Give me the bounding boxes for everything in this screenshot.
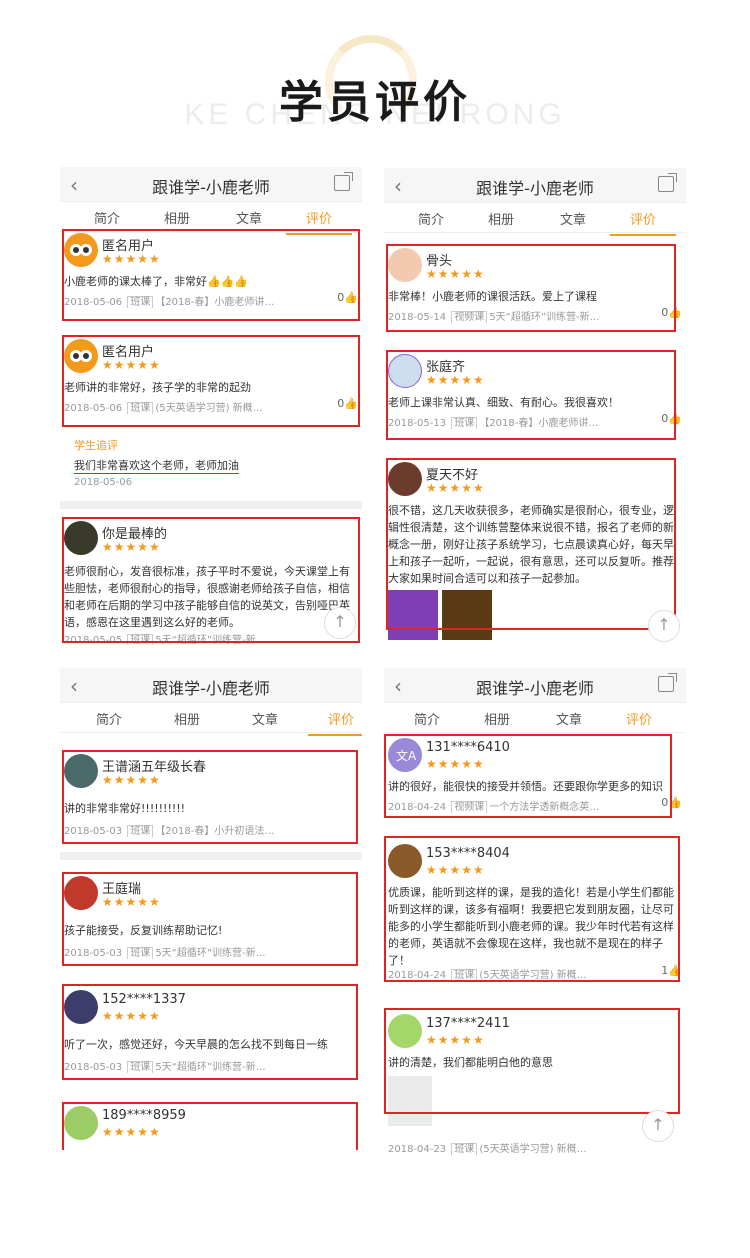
tab-album[interactable]: 相册 bbox=[484, 709, 510, 728]
nav-title: 跟谁学-小鹿老师 bbox=[476, 679, 594, 698]
tab-reviews[interactable]: 评价 bbox=[609, 209, 677, 236]
nav-bar: ‹ 跟谁学-小鹿老师 bbox=[384, 668, 686, 703]
highlight-box bbox=[386, 350, 676, 440]
nav-bar: ‹ 跟谁学-小鹿老师 bbox=[384, 168, 686, 203]
highlight-box bbox=[62, 1102, 358, 1150]
followup-date: 2018-05-06 bbox=[74, 477, 133, 488]
tab-intro[interactable]: 简介 bbox=[414, 709, 440, 728]
tab-articles[interactable]: 文章 bbox=[560, 209, 586, 228]
nav-title: 跟谁学-小鹿老师 bbox=[152, 178, 270, 197]
course-name[interactable]: (5天英语学习营) 新概… bbox=[479, 1144, 586, 1155]
share-icon[interactable] bbox=[334, 172, 353, 191]
page-header: KE CHENG NEI RONG 学员评价 bbox=[0, 0, 750, 150]
nav-bar: ‹ 跟谁学-小鹿老师 bbox=[60, 668, 362, 703]
nav-title: 跟谁学-小鹿老师 bbox=[152, 679, 270, 698]
highlight-box bbox=[62, 335, 360, 427]
scroll-to-top-button[interactable]: ↑ bbox=[324, 607, 356, 639]
nav-bar: ‹ 跟谁学-小鹿老师 bbox=[60, 167, 362, 202]
highlight-box bbox=[384, 836, 680, 982]
tab-intro[interactable]: 简介 bbox=[96, 709, 122, 728]
highlight-box bbox=[62, 517, 360, 643]
scroll-to-top-button[interactable]: ↑ bbox=[642, 1110, 674, 1142]
tab-articles[interactable]: 文章 bbox=[252, 709, 278, 728]
tab-bar: 简介 相册 文章 评价 bbox=[384, 202, 686, 236]
review-date: 2018-04-23 bbox=[388, 1144, 447, 1155]
tab-album[interactable]: 相册 bbox=[164, 208, 190, 227]
section-divider bbox=[60, 501, 362, 509]
screenshot-panel-bottom-right: ‹ 跟谁学-小鹿老师 简介 相册 文章 评价 文A 131****6410 ★★… bbox=[384, 668, 686, 1158]
highlight-box bbox=[62, 229, 360, 321]
highlight-box bbox=[386, 244, 676, 332]
nav-title: 跟谁学-小鹿老师 bbox=[476, 179, 594, 198]
tab-album[interactable]: 相册 bbox=[174, 709, 200, 728]
screenshot-panel-bottom-left: ‹ 跟谁学-小鹿老师 简介 相册 文章 评价 王谱涵五年级长春 ★★★★★ 讲的… bbox=[60, 668, 362, 1150]
share-icon[interactable] bbox=[658, 173, 677, 192]
tab-articles[interactable]: 文章 bbox=[236, 208, 262, 227]
tab-reviews[interactable]: 评价 bbox=[307, 709, 362, 736]
highlight-box bbox=[384, 734, 672, 818]
highlight-box bbox=[386, 458, 676, 630]
highlight-box bbox=[62, 984, 358, 1080]
screenshot-panel-top-right: ‹ 跟谁学-小鹿老师 简介 相册 文章 评价 骨头 ★★★★★ 非常棒！小鹿老师… bbox=[384, 168, 686, 646]
tab-album[interactable]: 相册 bbox=[488, 209, 514, 228]
share-icon[interactable] bbox=[658, 673, 677, 692]
tab-bar: 简介 相册 文章 评价 bbox=[60, 702, 362, 736]
review-meta: 2018-04-23 班课 (5天英语学习营) 新概… bbox=[388, 1140, 666, 1155]
tab-bar: 简介 相册 文章 评价 bbox=[60, 201, 362, 235]
scroll-to-top-button[interactable]: ↑ bbox=[648, 610, 680, 642]
tab-intro[interactable]: 简介 bbox=[94, 208, 120, 227]
course-tag: 班课 bbox=[451, 1143, 478, 1155]
tab-bar: 简介 相册 文章 评价 bbox=[384, 702, 686, 736]
highlight-box bbox=[62, 750, 358, 844]
tab-reviews[interactable]: 评价 bbox=[605, 709, 673, 736]
followup-text: 我们非常喜欢这个老师，老师加油 bbox=[74, 459, 239, 474]
section-divider bbox=[60, 852, 362, 860]
page-title: 学员评价 bbox=[279, 77, 471, 128]
tab-articles[interactable]: 文章 bbox=[556, 709, 582, 728]
followup-label: 学生追评 bbox=[74, 439, 118, 452]
highlight-box bbox=[62, 872, 358, 966]
tab-reviews[interactable]: 评价 bbox=[285, 208, 353, 235]
screenshot-panel-top-left: ‹ 跟谁学-小鹿老师 简介 相册 文章 评价 匿名用户 ★★★★★ 小鹿老师的课… bbox=[60, 167, 362, 645]
highlight-box bbox=[384, 1008, 680, 1114]
tab-intro[interactable]: 简介 bbox=[418, 209, 444, 228]
